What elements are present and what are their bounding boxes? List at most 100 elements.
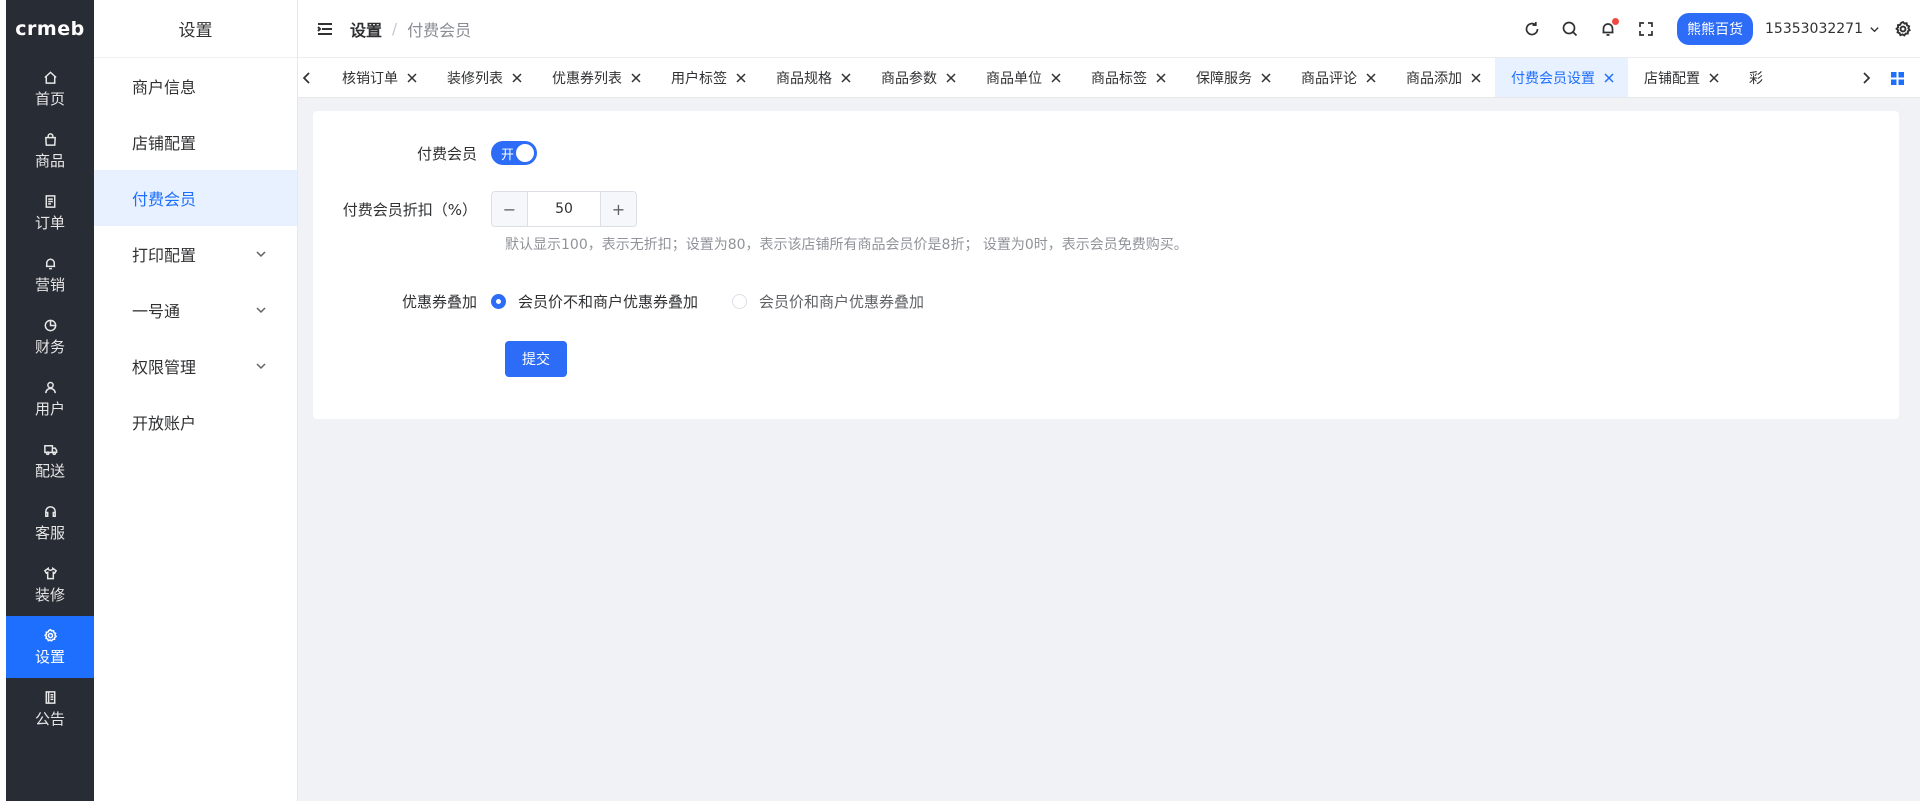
close-icon[interactable] xyxy=(1471,73,1481,83)
close-icon[interactable] xyxy=(631,73,641,83)
discount-stepper: − 50 + xyxy=(491,191,637,227)
submenu-item-label: 权限管理 xyxy=(132,358,197,377)
rail-item-delivery[interactable]: 配送 xyxy=(6,430,94,492)
submenu-item-merchant-info[interactable]: 商户信息 xyxy=(94,58,297,114)
tab-product-params[interactable]: 商品参数 xyxy=(865,58,970,97)
tab-label: 用户标签 xyxy=(671,71,727,87)
rail-item-finance[interactable]: 财务 xyxy=(6,306,94,368)
radio-unchecked-icon xyxy=(732,294,748,309)
store-name-badge[interactable]: 熊熊百货 xyxy=(1677,13,1754,45)
user-phone: 15353032271 xyxy=(1765,21,1863,37)
close-icon[interactable] xyxy=(1709,73,1719,83)
gear-icon[interactable] xyxy=(1894,20,1912,38)
headset-icon xyxy=(44,505,56,517)
submenu-item-permissions[interactable]: 权限管理 xyxy=(94,338,297,394)
tabs-scroll-right[interactable] xyxy=(1856,58,1876,97)
rail-item-settings[interactable]: 设置 xyxy=(6,616,94,678)
tab-product-add[interactable]: 商品添加 xyxy=(1390,58,1495,97)
rail-item-marketing[interactable]: 营销 xyxy=(6,244,94,306)
home-icon xyxy=(43,70,57,84)
breadcrumb-root[interactable]: 设置 xyxy=(350,17,382,41)
coupon-option-stack[interactable]: 会员价和商户优惠券叠加 xyxy=(732,291,924,312)
close-icon[interactable] xyxy=(407,73,417,83)
tab-verify-orders[interactable]: 核销订单 xyxy=(326,58,431,97)
chevron-down-icon xyxy=(256,307,266,314)
submenu-item-yihaotong[interactable]: 一号通 xyxy=(94,282,297,338)
tab-overflow[interactable]: 彩 xyxy=(1733,58,1777,97)
close-icon[interactable] xyxy=(946,73,956,83)
tab-product-tags[interactable]: 商品标签 xyxy=(1075,58,1180,97)
rail-item-decorate[interactable]: 装修 xyxy=(6,554,94,616)
submenu-item-print-config[interactable]: 打印配置 xyxy=(94,226,297,282)
chevron-right-icon xyxy=(1863,72,1871,84)
refresh-icon[interactable] xyxy=(1523,20,1541,38)
tab-label: 核销订单 xyxy=(342,71,398,87)
discount-row: 付费会员折扣（%） − 50 + xyxy=(313,191,637,227)
paid-member-form-card: 付费会员 开 付费会员折扣（%） − 50 + 默认显示100，表示无折扣；设置… xyxy=(313,111,1899,419)
chevron-down-icon xyxy=(256,251,266,258)
rail-item-order[interactable]: 订单 xyxy=(6,182,94,244)
rail-item-label: 商品 xyxy=(34,151,65,170)
close-icon[interactable] xyxy=(1156,73,1166,83)
coupon-label: 优惠券叠加 xyxy=(401,293,477,311)
submenu-item-store-config[interactable]: 店铺配置 xyxy=(94,114,297,170)
close-icon[interactable] xyxy=(1604,73,1614,83)
header-actions: 熊熊百货 15353032271 xyxy=(1503,0,1920,58)
radio-label: 会员价和商户优惠券叠加 xyxy=(759,293,925,311)
rail-item-label: 首页 xyxy=(34,89,65,108)
tab-product-reviews[interactable]: 商品评论 xyxy=(1285,58,1390,97)
rail-item-goods[interactable]: 商品 xyxy=(6,120,94,182)
tab-coupon-list[interactable]: 优惠券列表 xyxy=(536,58,655,97)
gear-icon xyxy=(43,628,57,642)
close-icon[interactable] xyxy=(1261,73,1271,83)
rail-item-notice[interactable]: 公告 xyxy=(6,678,94,740)
page-tabs: 核销订单 装修列表 优惠券列表 用户标签 商品规格 商品参数 商品单位 商品标签… xyxy=(298,58,1920,98)
member-toggle[interactable]: 开 xyxy=(491,141,537,165)
tab-label: 商品标签 xyxy=(1091,71,1147,87)
tab-decoration-list[interactable]: 装修列表 xyxy=(431,58,536,97)
stepper-minus-button[interactable]: − xyxy=(492,192,528,226)
rail-item-home[interactable]: 首页 xyxy=(6,58,94,120)
rail-item-label: 设置 xyxy=(34,647,65,666)
fullscreen-icon[interactable] xyxy=(1637,20,1655,38)
tab-store-config[interactable]: 店铺配置 xyxy=(1628,58,1733,97)
submit-button[interactable]: 提交 xyxy=(505,341,567,377)
tab-guarantee-service[interactable]: 保障服务 xyxy=(1180,58,1285,97)
tab-user-tags[interactable]: 用户标签 xyxy=(655,58,760,97)
notice-icon xyxy=(45,690,55,704)
tabs-scroll-left[interactable] xyxy=(298,58,316,97)
tab-product-specs[interactable]: 商品规格 xyxy=(760,58,865,97)
search-icon[interactable] xyxy=(1561,20,1579,38)
discount-input[interactable]: 50 xyxy=(528,192,600,226)
logo[interactable]: crmeb xyxy=(6,0,94,58)
member-label: 付费会员 xyxy=(416,144,477,163)
discount-label: 付费会员折扣（%） xyxy=(342,200,477,219)
tab-label: 店铺配置 xyxy=(1644,71,1700,87)
user-menu[interactable]: 15353032271 xyxy=(1765,21,1880,37)
tabs-menu-button[interactable] xyxy=(1882,58,1912,97)
rail-item-label: 装修 xyxy=(34,585,65,604)
discount-hint: 默认显示100，表示无折扣；设置为80，表示该店铺所有商品会员价是8折； 设置为… xyxy=(505,237,1188,253)
close-icon[interactable] xyxy=(1366,73,1376,83)
rail-item-label: 财务 xyxy=(34,337,65,356)
close-icon[interactable] xyxy=(736,73,746,83)
close-icon[interactable] xyxy=(841,73,851,83)
coupon-option-no-stack[interactable]: 会员价不和商户优惠券叠加 xyxy=(491,291,698,312)
bag-icon xyxy=(44,132,56,146)
menu-fold-icon[interactable] xyxy=(316,20,334,38)
main-nav-rail: crmeb 首页 商品 订单 营销 财务 用户 配送 客服 装修 设置 公告 xyxy=(0,0,94,801)
notification-button[interactable] xyxy=(1599,18,1620,38)
breadcrumb-current: 付费会员 xyxy=(407,20,472,40)
close-icon[interactable] xyxy=(1051,73,1061,83)
tab-paid-member-settings[interactable]: 付费会员设置 xyxy=(1495,58,1628,97)
rail-item-user[interactable]: 用户 xyxy=(6,368,94,430)
tab-product-units[interactable]: 商品单位 xyxy=(970,58,1075,97)
submenu-item-label: 付费会员 xyxy=(132,190,197,209)
submenu-item-paid-member[interactable]: 付费会员 xyxy=(94,170,297,226)
close-icon[interactable] xyxy=(512,73,522,83)
rail-item-service[interactable]: 客服 xyxy=(6,492,94,554)
stepper-plus-button[interactable]: + xyxy=(600,192,636,226)
submenu-item-open-account[interactable]: 开放账户 xyxy=(94,394,297,450)
tab-label: 商品添加 xyxy=(1406,71,1462,87)
chevron-down-icon xyxy=(1870,26,1879,32)
